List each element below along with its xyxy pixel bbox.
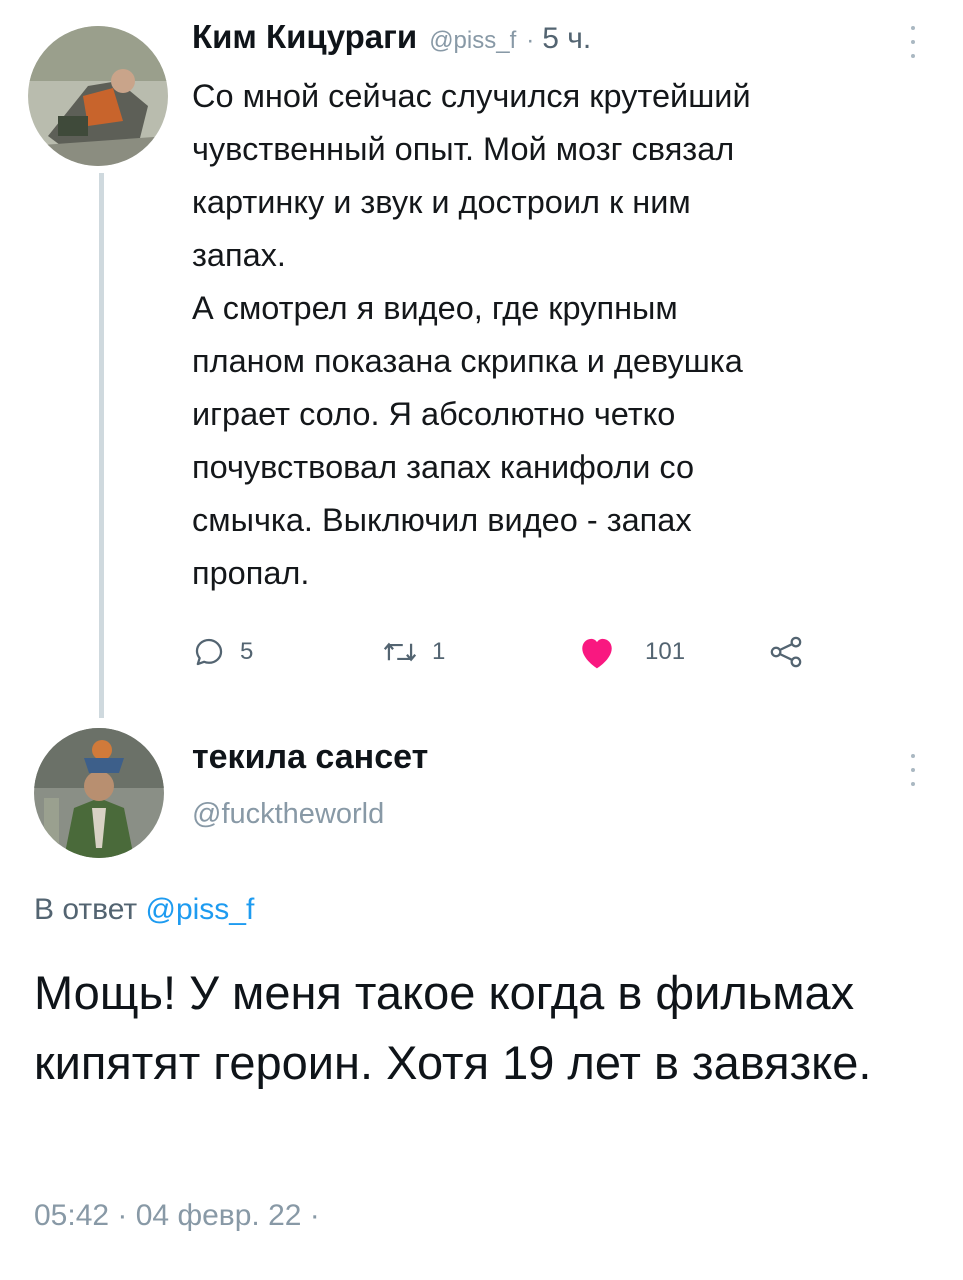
reply-context: В ответ @piss_f <box>34 893 254 927</box>
tweet1-separator: · <box>526 27 535 54</box>
tweet2-handle[interactable]: @fucktheworld <box>192 798 384 831</box>
more-vertical-icon[interactable] <box>903 22 923 62</box>
retweet-button[interactable]: 1 <box>382 622 445 682</box>
share-icon <box>770 636 802 668</box>
heart-icon <box>582 638 612 669</box>
more-vertical-icon[interactable] <box>903 750 923 790</box>
tweet1-header: Ким Кицураги @piss_f · 5 ч. <box>192 18 591 74</box>
reply-prefix: В ответ <box>34 893 138 926</box>
retweet-icon <box>383 642 417 662</box>
tweet1-avatar[interactable] <box>28 26 168 166</box>
retweet-count: 1 <box>432 638 446 665</box>
tweet2-timestamp[interactable]: 05:42 · 04 февр. 22 · <box>34 1199 320 1233</box>
share-button[interactable] <box>767 622 805 682</box>
tweet2-display-name[interactable]: текила сансет <box>192 738 428 777</box>
thread-line <box>99 173 104 718</box>
reply-button[interactable]: 5 <box>192 622 253 682</box>
tweet1-text: Со мной сейчас случился крутейший чувств… <box>192 78 751 591</box>
tweet2-text: Мощь! У меня такое когда в фильмах кипят… <box>34 966 872 1089</box>
tweet1-time[interactable]: 5 ч. <box>542 22 591 56</box>
avatar-image <box>28 26 168 166</box>
tweet1-display-name[interactable]: Ким Кицураги <box>192 18 417 56</box>
tweet2-avatar[interactable] <box>34 728 164 858</box>
reply-count: 5 <box>240 638 254 665</box>
reply-mention-link[interactable]: @piss_f <box>145 893 254 926</box>
like-button[interactable]: 101 <box>577 622 685 682</box>
tweet1-actions: 5 1 101 <box>192 622 832 682</box>
reply-icon <box>195 638 223 666</box>
like-count: 101 <box>645 638 686 665</box>
tweet1-handle[interactable]: @piss_f <box>429 27 516 55</box>
avatar-image <box>34 728 164 858</box>
